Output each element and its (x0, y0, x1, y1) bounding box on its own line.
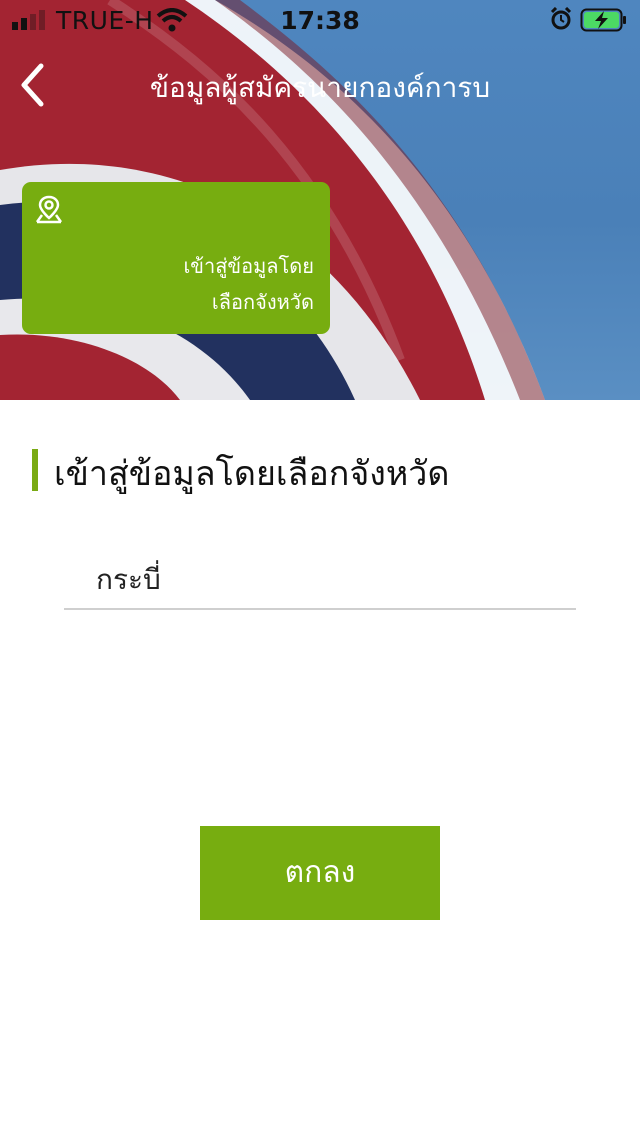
page-title: ข้อมูลผู้สมัครนายกองค์การบ (149, 71, 491, 104)
section-accent-bar (32, 449, 38, 491)
map-pin-icon (35, 195, 63, 224)
status-time: 17:38 (280, 6, 360, 35)
navigation-bar: ข้อมูลผู้สมัครนายกองค์การบ (0, 50, 640, 120)
tile-label-line1: เข้าสู่ข้อมูลโดย (183, 254, 314, 278)
province-select-field[interactable]: กระบี่ (64, 548, 576, 610)
alarm-icon (550, 7, 572, 30)
confirm-button[interactable]: ตกลง (200, 826, 440, 920)
tile-label: เข้าสู่ข้อมูลโดย เลือกจังหวัด (183, 248, 314, 320)
section-title: เข้าสู่ข้อมูลโดยเลือกจังหวัด (54, 454, 450, 494)
header-banner: TRUE-H 17:38 ข้อมูลผู้สมัครนายกองค์การบ (0, 0, 640, 400)
status-bar: TRUE-H 17:38 (0, 0, 640, 40)
battery-charging-icon (580, 8, 626, 32)
select-province-tile[interactable]: เข้าสู่ข้อมูลโดย เลือกจังหวัด (22, 182, 330, 334)
province-value: กระบี่ (96, 563, 161, 596)
tile-label-line2: เลือกจังหวัด (211, 290, 314, 314)
